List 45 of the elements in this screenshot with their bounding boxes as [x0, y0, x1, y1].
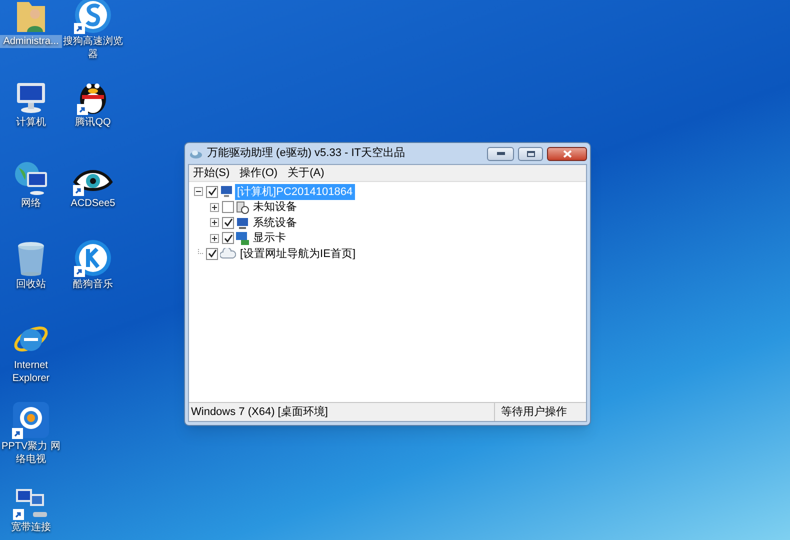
- menu-item[interactable]: 操作(O): [240, 164, 278, 182]
- minimize-button[interactable]: [487, 146, 514, 160]
- desktop-icon-label[interactable]: Internet Explorer: [0, 359, 62, 385]
- k-logo-icon[interactable]: [74, 239, 112, 277]
- desktop-icon-label[interactable]: 酷狗音乐: [62, 278, 124, 291]
- tree-item[interactable]: 显示卡: [251, 230, 288, 246]
- checkbox[interactable]: [206, 186, 218, 198]
- cloud-icon: [220, 248, 236, 260]
- close-button[interactable]: [547, 146, 587, 160]
- checkbox[interactable]: [222, 201, 234, 214]
- desktop-icon-label[interactable]: 宽带连接: [0, 521, 62, 534]
- maximize-button[interactable]: [518, 146, 543, 160]
- computer-icon: [220, 186, 233, 198]
- expand-icon[interactable]: [210, 202, 219, 212]
- menu-item[interactable]: 开始(S): [193, 164, 230, 182]
- collapse-icon[interactable]: [194, 187, 203, 196]
- monitor-icon: [236, 216, 249, 229]
- desktop-icon-label[interactable]: 网络: [0, 197, 62, 210]
- checkbox[interactable]: [222, 232, 234, 244]
- desktop-icon-label[interactable]: 搜狗高速浏览器: [62, 35, 124, 61]
- status-text: 等待用户操作: [494, 403, 586, 421]
- tree-item[interactable]: 未知设备: [251, 199, 299, 216]
- network-computers-icon[interactable]: [13, 486, 49, 520]
- desktop-icon-label[interactable]: 腾讯QQ: [62, 116, 124, 129]
- menu-item[interactable]: 关于(A): [288, 164, 324, 182]
- checkbox[interactable]: [222, 216, 234, 229]
- unknown-device-icon: [236, 200, 249, 214]
- tree-item[interactable]: 系统设备: [251, 214, 299, 231]
- globe-computer-icon[interactable]: [13, 160, 49, 196]
- desktop-icon-label[interactable]: 计算机: [0, 116, 62, 129]
- desktop-icon-label[interactable]: ACDSee5: [62, 197, 124, 210]
- display-card-icon: [236, 232, 249, 245]
- trash-bin-icon[interactable]: [16, 241, 46, 277]
- tree-item[interactable]: [设置网址导航为IE首页]: [238, 246, 358, 262]
- desktop-icon-label[interactable]: PPTV聚力 网络电视: [0, 440, 62, 466]
- s-logo-icon[interactable]: [74, 0, 112, 34]
- window-title: 万能驱动助理 (e驱动) v5.33 - IT天空出品: [207, 146, 406, 162]
- checkbox[interactable]: [206, 248, 218, 260]
- expand-icon[interactable]: [210, 218, 219, 228]
- close-icon[interactable]: [562, 150, 572, 158]
- status-text: Windows 7 (X64) [桌面环境]: [190, 404, 329, 420]
- desktop-icon-label[interactable]: 回收站: [0, 278, 62, 291]
- media-player-icon[interactable]: [12, 401, 50, 439]
- expand-icon[interactable]: [210, 234, 219, 243]
- app-icon: [189, 148, 203, 158]
